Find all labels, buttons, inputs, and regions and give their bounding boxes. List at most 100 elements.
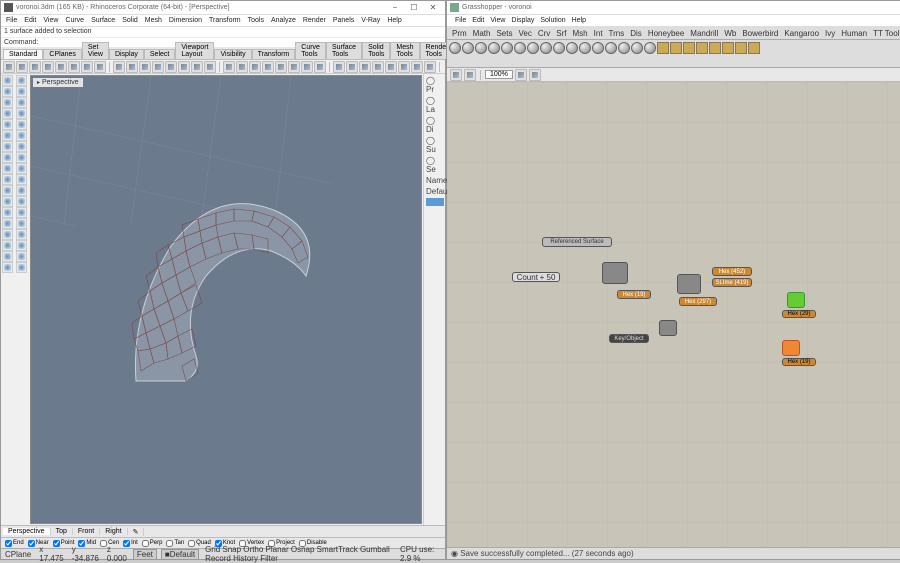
menu-dimension[interactable]: Dimension (166, 17, 205, 24)
component-tab[interactable]: Honeybee (645, 28, 687, 39)
component-tab[interactable]: Math (470, 28, 494, 39)
toolbar-tab[interactable]: Surface Tools (326, 42, 362, 59)
status-layer[interactable]: ■Default (161, 549, 199, 560)
component-icon[interactable] (657, 42, 669, 54)
toolbar-tab[interactable]: Transform (252, 49, 296, 59)
component-tab[interactable]: Kangaroo (781, 28, 822, 39)
osnap-perp[interactable]: Perp (140, 540, 165, 547)
tool-icon[interactable] (16, 185, 27, 196)
component-tab[interactable]: TT Toolbox (870, 28, 900, 39)
component-icon[interactable] (592, 42, 604, 54)
toolbar-tab[interactable]: Curve Tools (295, 42, 326, 59)
toolbar-icon[interactable] (223, 61, 235, 73)
node-panel-2[interactable]: Hex (297) (679, 297, 717, 306)
component-tab[interactable]: Trns (606, 28, 628, 39)
tool-icon[interactable] (16, 196, 27, 207)
tool-icon[interactable] (16, 86, 27, 97)
menu-solution[interactable]: Solution (537, 17, 568, 24)
component-icon[interactable] (553, 42, 565, 54)
toolbar-icon[interactable] (346, 61, 358, 73)
osnap-end[interactable]: End (3, 540, 26, 547)
tool-icon[interactable] (2, 130, 13, 141)
tool-icon[interactable] (16, 141, 27, 152)
menu-tools[interactable]: Tools (245, 17, 267, 24)
tool-icon[interactable] (16, 97, 27, 108)
toolbar-icon[interactable] (81, 61, 93, 73)
node-panel-3[interactable]: Hex (452) (712, 267, 752, 276)
toolbar-icon[interactable] (113, 61, 125, 73)
menu-analyze[interactable]: Analyze (268, 17, 299, 24)
menu-help[interactable]: Help (384, 17, 404, 24)
toolbar-icon[interactable] (372, 61, 384, 73)
component-icon[interactable] (527, 42, 539, 54)
tool-icon[interactable] (16, 174, 27, 185)
preview-icon[interactable] (515, 69, 527, 81)
toolbar-icon[interactable] (152, 61, 164, 73)
toolbar-icon[interactable] (204, 61, 216, 73)
voronoi-surface[interactable] (126, 191, 336, 391)
menu-edit[interactable]: Edit (469, 17, 487, 24)
viewport-tab[interactable]: Right (100, 528, 127, 535)
node-preview-orange[interactable] (782, 340, 800, 356)
viewport-tab[interactable]: Front (73, 528, 100, 535)
toolbar-icon[interactable] (424, 61, 436, 73)
toolbar-icon[interactable] (16, 61, 28, 73)
component-icon[interactable] (449, 42, 461, 54)
toolbar-icon[interactable] (411, 61, 423, 73)
toolbar-tab[interactable]: CPlanes (43, 49, 81, 59)
panel-toggle[interactable]: ◯ Pr (426, 76, 443, 94)
component-icon[interactable] (683, 42, 695, 54)
node-component-mid[interactable] (659, 320, 677, 336)
node-voronoi[interactable] (677, 274, 701, 294)
layer-color-chip[interactable] (426, 198, 444, 206)
layers-panel[interactable]: ◯ Pr◯ La◯ Di◯ Su◯ Se Name Default (423, 74, 445, 525)
component-tab[interactable]: Crv (535, 28, 553, 39)
tool-icon[interactable] (16, 152, 27, 163)
toolbar-icon[interactable] (275, 61, 287, 73)
tool-icon[interactable] (16, 119, 27, 130)
tool-icon[interactable] (2, 240, 13, 251)
tool-icon[interactable] (2, 163, 13, 174)
tool-icon[interactable] (16, 251, 27, 262)
node-populate[interactable] (602, 262, 628, 284)
toolbar-icon[interactable] (68, 61, 80, 73)
viewport-tab[interactable]: Perspective (3, 528, 51, 535)
toolbar-icon[interactable] (3, 61, 15, 73)
tool-icon[interactable] (16, 262, 27, 273)
toolbar-icon[interactable] (359, 61, 371, 73)
component-tab[interactable]: Human (838, 28, 870, 39)
osnap-tan[interactable]: Tan (164, 540, 186, 547)
toolbar-icon[interactable] (333, 61, 345, 73)
component-tab[interactable]: Prm (449, 28, 470, 39)
toolbar-icon[interactable] (301, 61, 313, 73)
tool-icon[interactable] (16, 229, 27, 240)
tool-icon[interactable] (2, 196, 13, 207)
tool-icon[interactable] (2, 229, 13, 240)
component-icon[interactable] (488, 42, 500, 54)
toolbar-icon[interactable] (262, 61, 274, 73)
tool-icon[interactable] (2, 86, 13, 97)
menu-solid[interactable]: Solid (119, 17, 141, 24)
viewport-tab[interactable]: Top (51, 528, 73, 535)
node-key-object[interactable]: Key/Object (609, 334, 649, 343)
toolbar-icon[interactable] (178, 61, 190, 73)
toolbar-icon[interactable] (29, 61, 41, 73)
component-icon[interactable] (709, 42, 721, 54)
node-panel-r2[interactable]: Hex (19) (782, 358, 816, 366)
tool-icon[interactable] (2, 119, 13, 130)
component-icon[interactable] (670, 42, 682, 54)
component-icon[interactable] (579, 42, 591, 54)
toolbar-icon[interactable] (94, 61, 106, 73)
menu-edit[interactable]: Edit (21, 17, 39, 24)
tool-icon[interactable] (16, 207, 27, 218)
tool-icon[interactable] (16, 218, 27, 229)
toolbar-icon[interactable] (165, 61, 177, 73)
component-tab[interactable]: Bowerbird (739, 28, 781, 39)
status-units[interactable]: Feet (133, 549, 157, 560)
tool-icon[interactable] (16, 108, 27, 119)
toolbar-icon[interactable] (126, 61, 138, 73)
toolbar-icon[interactable] (385, 61, 397, 73)
component-tab[interactable]: Msh (570, 28, 591, 39)
zoom-field[interactable]: 100% (485, 70, 513, 79)
node-panel-1[interactable]: Hex (19) (617, 290, 651, 299)
